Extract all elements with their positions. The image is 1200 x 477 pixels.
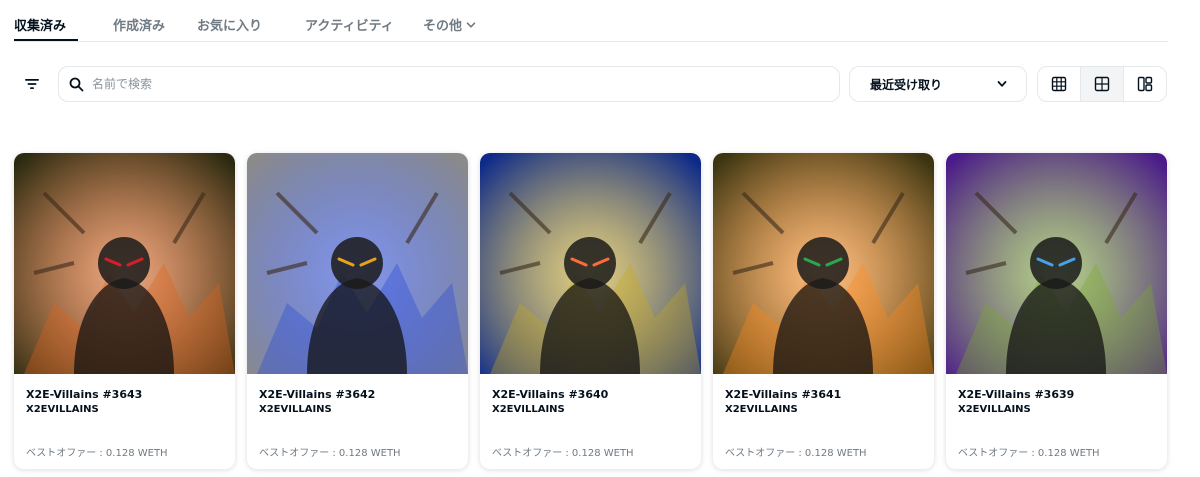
nft-collection: X2EVILLAINS xyxy=(492,404,565,415)
view-list-button[interactable] xyxy=(1124,67,1166,101)
tab-activity[interactable]: アクティビティ xyxy=(305,15,394,34)
nft-card[interactable]: X2E-Villains #3642 X2EVILLAINS ベストオファー :… xyxy=(247,153,468,469)
chevron-down-icon xyxy=(466,21,476,28)
view-medium-grid-button[interactable] xyxy=(1081,67,1124,101)
nft-best-offer: ベストオファー : 0.128 WETH xyxy=(26,448,168,459)
nft-artwork xyxy=(480,153,701,374)
nft-image[interactable] xyxy=(247,153,468,374)
nft-image[interactable] xyxy=(713,153,934,374)
nft-best-offer: ベストオファー : 0.128 WETH xyxy=(725,448,867,459)
nft-image[interactable] xyxy=(480,153,701,374)
nft-best-offer: ベストオファー : 0.128 WETH xyxy=(958,448,1100,459)
sort-dropdown[interactable]: 最近受け取り xyxy=(849,66,1027,102)
tab-label: その他 xyxy=(423,19,463,34)
nft-artwork xyxy=(713,153,934,374)
nft-name: X2E-Villains #3641 xyxy=(725,388,842,401)
nft-collection: X2EVILLAINS xyxy=(958,404,1031,415)
view-toggle-group xyxy=(1037,66,1167,102)
nft-best-offer: ベストオファー : 0.128 WETH xyxy=(492,448,634,459)
tab-created[interactable]: 作成済み xyxy=(113,15,165,34)
nft-collection: X2EVILLAINS xyxy=(26,404,99,415)
search-input[interactable] xyxy=(92,77,792,91)
tab-label: 作成済み xyxy=(113,19,166,34)
grid-large-icon xyxy=(1051,76,1067,92)
nft-image[interactable] xyxy=(946,153,1167,374)
nft-artwork xyxy=(14,153,235,374)
active-tab-indicator xyxy=(14,39,78,41)
view-large-grid-button[interactable] xyxy=(1038,67,1081,101)
chevron-down-icon xyxy=(997,81,1007,87)
tab-more[interactable]: その他 xyxy=(423,15,476,34)
layout-icon xyxy=(1137,76,1153,92)
tab-label: 収集済み xyxy=(14,19,67,34)
filter-button[interactable] xyxy=(18,72,46,96)
nft-card[interactable]: X2E-Villains #3640 X2EVILLAINS ベストオファー :… xyxy=(480,153,701,469)
search-box xyxy=(58,66,840,102)
search-icon xyxy=(69,77,84,91)
nft-image[interactable] xyxy=(14,153,235,374)
nft-name: X2E-Villains #3642 xyxy=(259,388,376,401)
profile-tabs: 収集済み 作成済み お気に入り アクティビティ その他 xyxy=(14,0,1168,42)
nft-collection: X2EVILLAINS xyxy=(259,404,332,415)
nft-collection: X2EVILLAINS xyxy=(725,404,798,415)
sort-label: 最近受け取り xyxy=(870,77,943,92)
tab-label: アクティビティ xyxy=(305,19,394,34)
nft-artwork xyxy=(247,153,468,374)
grid-medium-icon xyxy=(1094,76,1110,92)
nft-card[interactable]: X2E-Villains #3641 X2EVILLAINS ベストオファー :… xyxy=(713,153,934,469)
nft-name: X2E-Villains #3639 xyxy=(958,388,1075,401)
nft-card[interactable]: X2E-Villains #3643 X2EVILLAINS ベストオファー :… xyxy=(14,153,235,469)
nft-artwork xyxy=(946,153,1167,374)
tab-collected[interactable]: 収集済み xyxy=(14,15,66,34)
tab-favorites[interactable]: お気に入り xyxy=(197,15,262,34)
nft-card[interactable]: X2E-Villains #3639 X2EVILLAINS ベストオファー :… xyxy=(946,153,1167,469)
nft-name: X2E-Villains #3643 xyxy=(26,388,143,401)
nft-name: X2E-Villains #3640 xyxy=(492,388,609,401)
tab-label: お気に入り xyxy=(197,19,263,34)
filter-icon xyxy=(25,79,39,89)
nft-best-offer: ベストオファー : 0.128 WETH xyxy=(259,448,401,459)
